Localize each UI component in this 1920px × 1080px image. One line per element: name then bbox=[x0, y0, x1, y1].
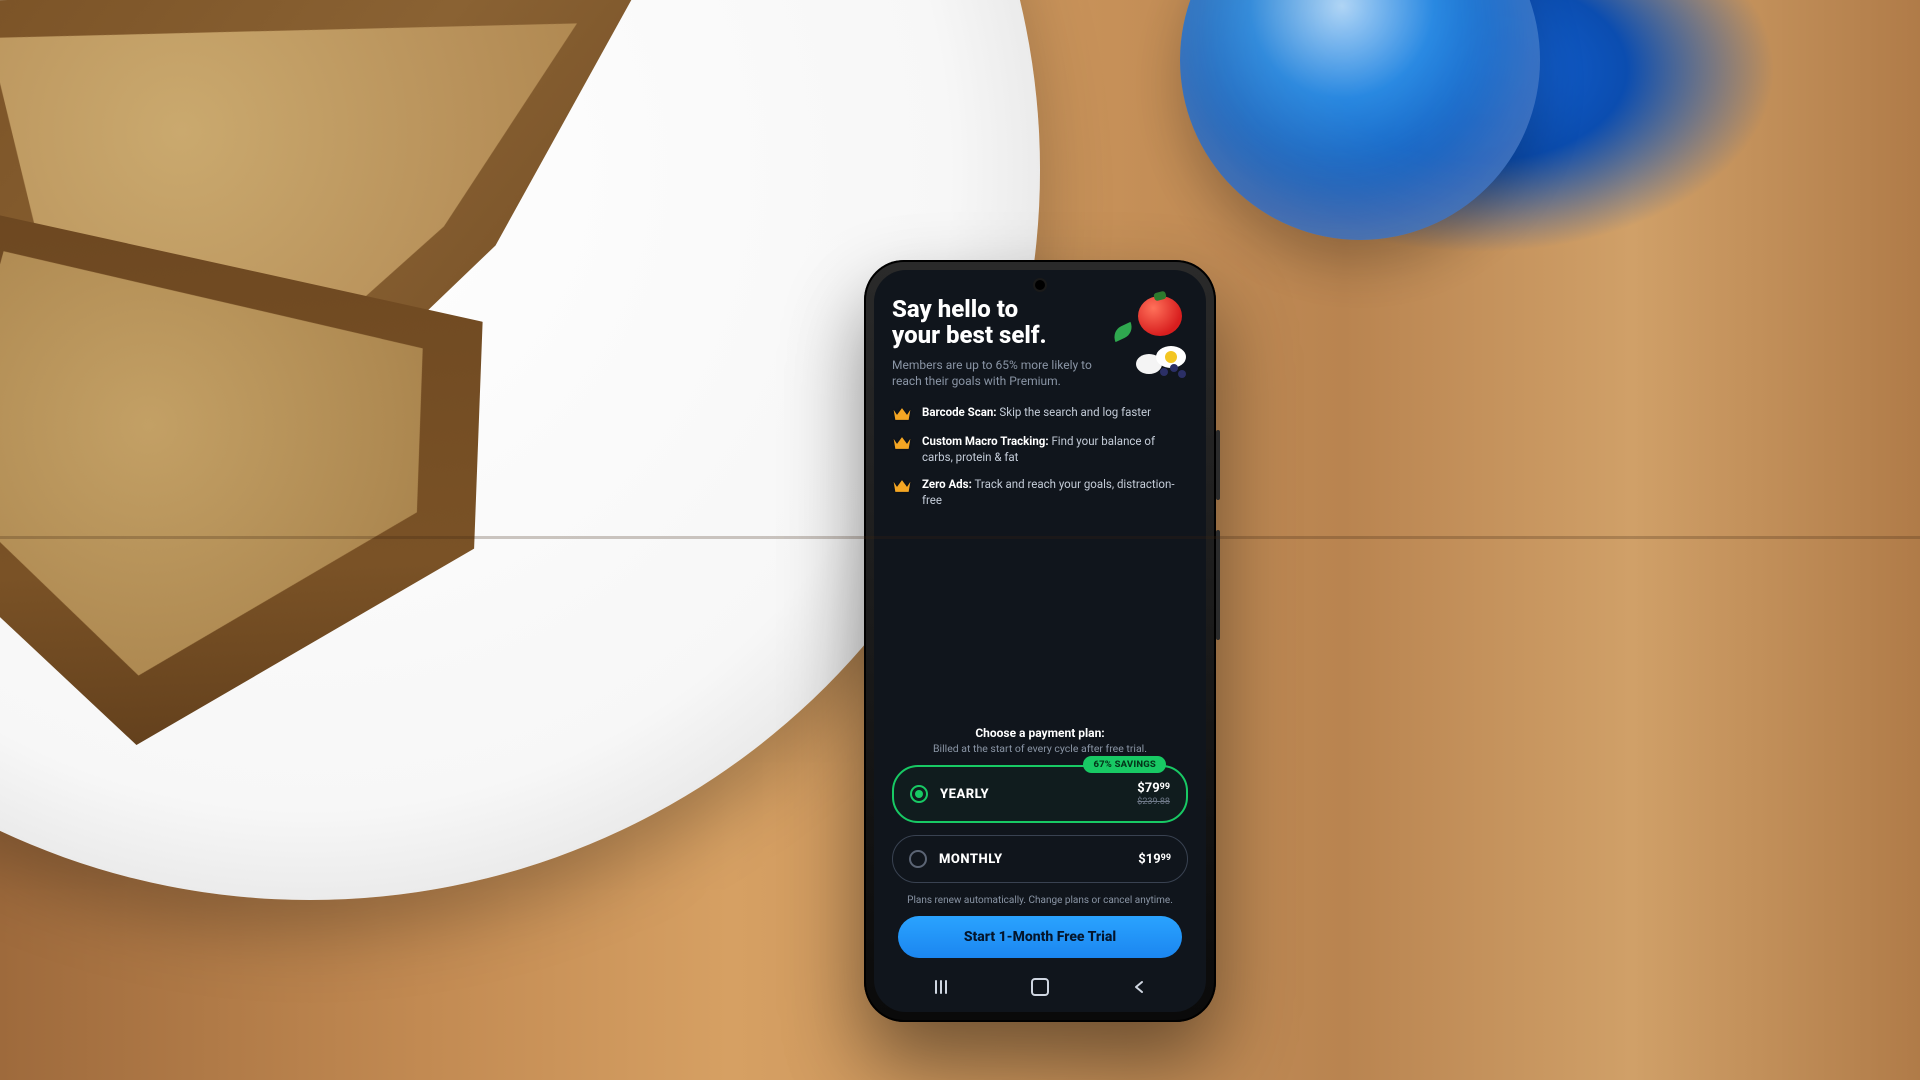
plan-header: Choose a payment plan: Billed at the sta… bbox=[892, 726, 1188, 755]
hero-food-illustration: ✕ bbox=[1110, 296, 1188, 374]
nav-recents-icon[interactable] bbox=[918, 977, 964, 997]
plan-option-monthly[interactable]: MONTHLY $1999 bbox=[892, 835, 1188, 883]
plan-price-cents: 99 bbox=[1161, 853, 1171, 863]
plan-label: MONTHLY bbox=[939, 852, 1003, 867]
phone-side-button bbox=[1216, 430, 1220, 500]
premium-upsell-screen: Say hello to your best self. Members are… bbox=[874, 270, 1206, 1012]
radio-unselected-icon bbox=[909, 850, 927, 868]
glass-prop bbox=[1180, 0, 1540, 240]
hero-title-line2: your best self. bbox=[892, 321, 1047, 349]
plan-price-main: $79 bbox=[1137, 781, 1159, 796]
plan-price-main: $19 bbox=[1138, 852, 1160, 867]
savings-badge: 67% SAVINGS bbox=[1083, 756, 1166, 773]
feature-desc: Skip the search and log faster bbox=[999, 405, 1151, 419]
feature-item: Barcode Scan: Skip the search and log fa… bbox=[892, 405, 1188, 422]
feature-title: Barcode Scan: bbox=[922, 405, 997, 419]
feature-list: Barcode Scan: Skip the search and log fa… bbox=[892, 405, 1188, 508]
feature-title: Custom Macro Tracking: bbox=[922, 434, 1049, 448]
plan-options: 67% SAVINGS YEARLY $7999 $239.88 MONTHLY bbox=[892, 765, 1188, 883]
hero-section: Say hello to your best self. Members are… bbox=[892, 296, 1188, 389]
plan-price-strike: $239.88 bbox=[1137, 797, 1170, 807]
feature-text: Custom Macro Tracking: Find your balance… bbox=[922, 434, 1188, 465]
android-nav-bar bbox=[892, 972, 1188, 1002]
nav-home-icon[interactable] bbox=[1017, 977, 1063, 997]
crown-icon bbox=[892, 435, 912, 451]
feature-item: Custom Macro Tracking: Find your balance… bbox=[892, 434, 1188, 465]
plan-option-yearly[interactable]: 67% SAVINGS YEARLY $7999 $239.88 bbox=[892, 765, 1188, 823]
plan-price: $1999 bbox=[1138, 852, 1171, 867]
start-trial-button[interactable]: Start 1-Month Free Trial bbox=[898, 916, 1182, 958]
phone-screen: Say hello to your best self. Members are… bbox=[874, 270, 1206, 1012]
plan-subheading: Billed at the start of every cycle after… bbox=[892, 742, 1188, 755]
feature-title: Zero Ads: bbox=[922, 477, 972, 491]
crown-icon bbox=[892, 478, 912, 494]
feature-text: Barcode Scan: Skip the search and log fa… bbox=[922, 405, 1151, 421]
scene-backdrop: Say hello to your best self. Members are… bbox=[0, 0, 1920, 1080]
plan-heading: Choose a payment plan: bbox=[892, 726, 1188, 740]
leaf-icon bbox=[1110, 322, 1135, 342]
phone-frame: Say hello to your best self. Members are… bbox=[864, 260, 1216, 1022]
plan-price: $7999 $239.88 bbox=[1137, 781, 1170, 807]
hero-title: Say hello to your best self. bbox=[892, 296, 1102, 349]
phone-side-button bbox=[1216, 530, 1220, 640]
crown-icon bbox=[892, 406, 912, 422]
hero-title-line1: Say hello to bbox=[892, 295, 1018, 323]
hero-subtitle: Members are up to 65% more likely to rea… bbox=[892, 357, 1102, 389]
plan-price-cents: 99 bbox=[1160, 782, 1170, 792]
plan-label: YEARLY bbox=[940, 787, 989, 802]
feature-item: Zero Ads: Track and reach your goals, di… bbox=[892, 477, 1188, 508]
tomato-icon bbox=[1138, 296, 1182, 336]
renewal-fineprint: Plans renew automatically. Change plans … bbox=[892, 895, 1188, 906]
feature-text: Zero Ads: Track and reach your goals, di… bbox=[922, 477, 1188, 508]
radio-selected-icon bbox=[910, 785, 928, 803]
blueberries-icon bbox=[1160, 364, 1190, 382]
nav-back-icon[interactable] bbox=[1116, 977, 1162, 997]
